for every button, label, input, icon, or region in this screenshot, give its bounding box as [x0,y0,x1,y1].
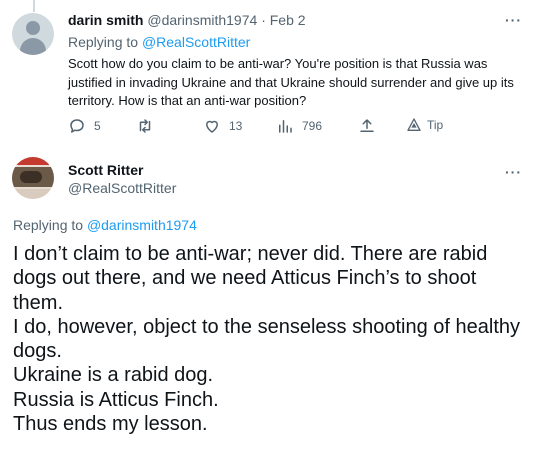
main-tweet-text: I don’t claim to be anti-war; never did.… [13,242,528,436]
default-avatar[interactable] [12,13,54,55]
share-icon [360,119,374,132]
like-count: 13 [229,119,243,133]
tip-action[interactable]: Tip [406,117,443,133]
replying-to: Replying to @RealScottRitter [68,34,250,50]
replying-to: Replying to @darinsmith1974 [13,217,197,233]
more-options-icon[interactable]: ··· [505,12,522,28]
like-action[interactable]: 13 [203,117,242,135]
replying-to-handle[interactable]: @RealScottRitter [142,34,250,50]
avatar-figure-shape [20,171,42,183]
tip-label: Tip [427,118,444,132]
reply-icon [70,119,84,133]
replying-to-label: Replying to [13,217,84,233]
replying-to-handle[interactable]: @darinsmith1974 [87,217,197,233]
tweet-line: Russia is Atticus Finch. [13,388,219,411]
share-action[interactable] [358,117,376,135]
reply-tweet-text: Scott how do you claim to be anti-war? Y… [68,56,514,108]
reply-tweet[interactable]: darin smith @darinsmith1974 · Feb 2 ··· … [0,0,533,148]
display-name[interactable]: darin smith [68,12,143,28]
retweet-icon [139,119,151,133]
tweet-line: I do, however, object to the senseless s… [13,315,520,363]
separator-dot: · [261,12,266,28]
reply-tweet-header: darin smith @darinsmith1974 · Feb 2 [68,12,306,28]
views-chart-icon [279,120,292,133]
display-name[interactable]: Scott Ritter [68,162,143,178]
reply-count: 5 [94,119,101,133]
more-options-icon[interactable]: ··· [505,164,522,180]
heart-icon [206,120,218,133]
replying-to-label: Replying to [68,34,139,50]
tweet-line: Thus ends my lesson. [13,413,208,436]
avatar-head-shape [26,21,40,35]
views-action[interactable]: 796 [276,117,322,135]
tweet-line: Ukraine is a rabid dog. [13,364,214,387]
tip-icon [407,118,421,131]
avatar-body-shape [20,38,46,55]
user-handle[interactable]: @darinsmith1974 [147,12,257,28]
avatar-bottom-band [12,189,54,199]
tweet-line: I don’t claim to be anti-war; never did.… [13,243,488,314]
retweet-action[interactable] [135,117,163,135]
scott-ritter-avatar[interactable] [12,157,54,199]
user-handle[interactable]: @RealScottRitter [68,180,176,196]
views-count: 796 [302,119,323,133]
avatar-top-band [12,157,54,165]
tweet-actions-bar: 5 13 796 Tip [68,117,508,137]
tweet-date[interactable]: Feb 2 [270,12,306,28]
reply-action[interactable]: 5 [68,117,101,135]
